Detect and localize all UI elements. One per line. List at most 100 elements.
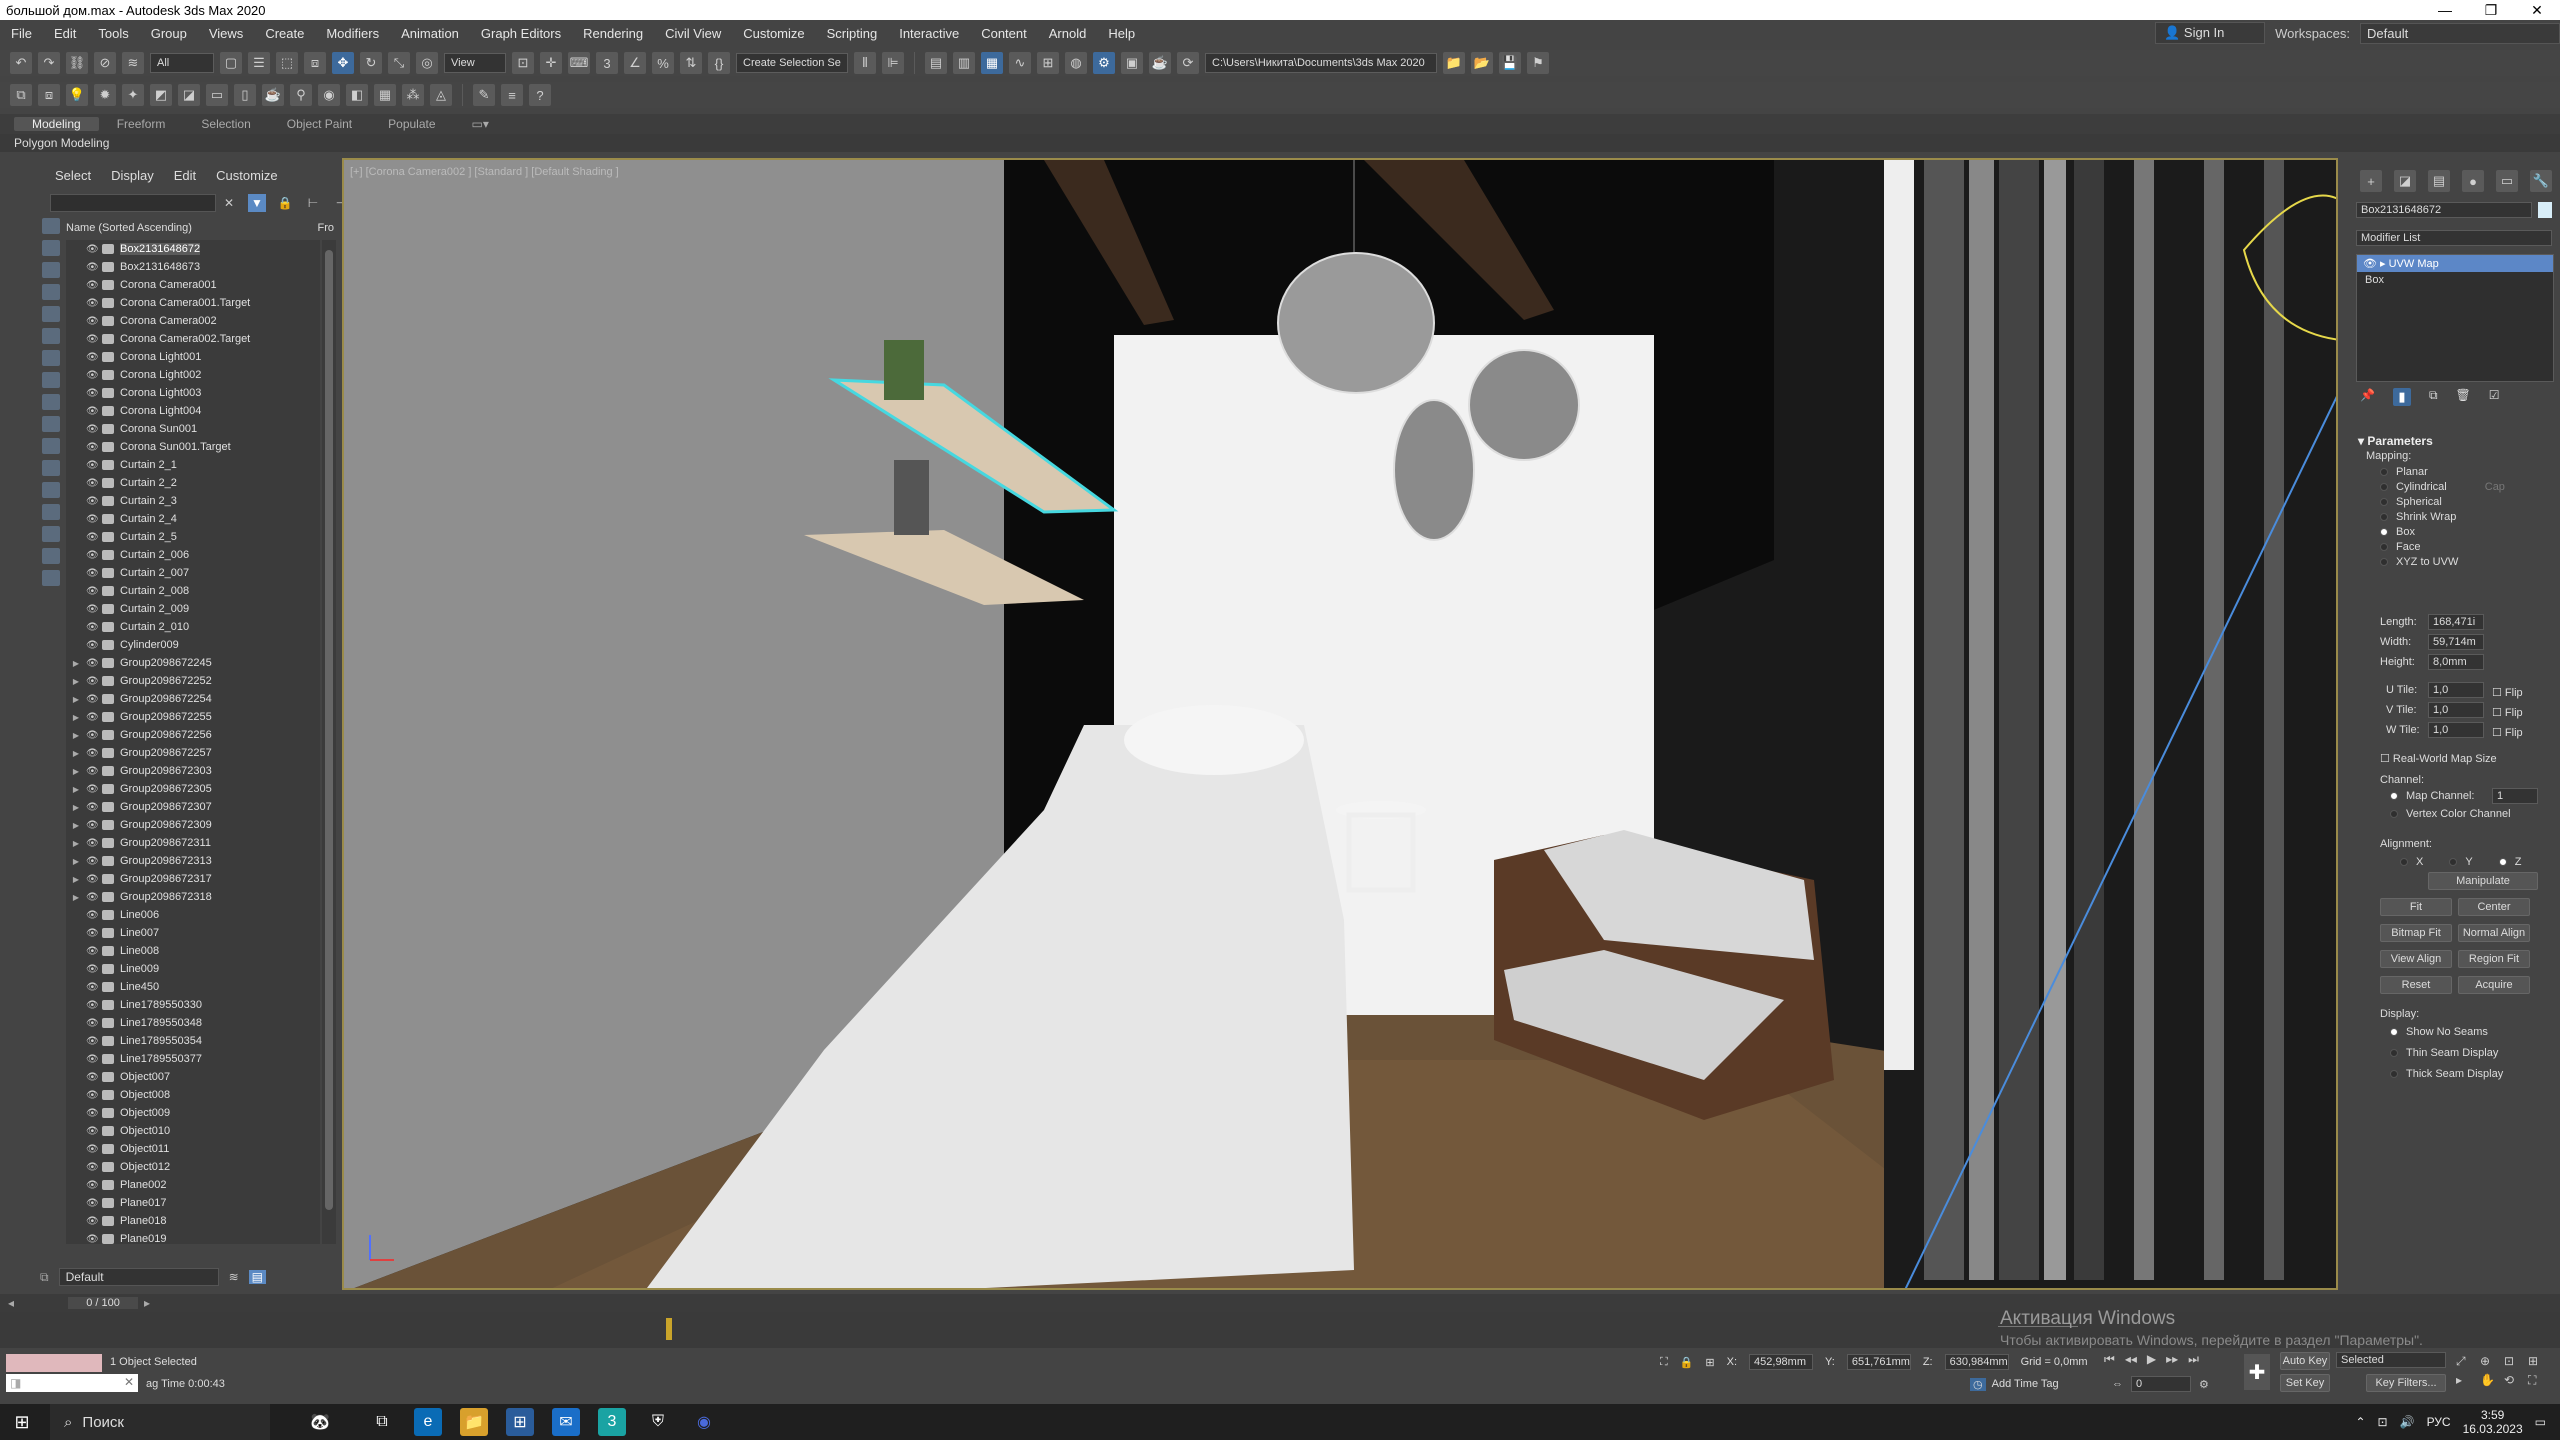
task-view-icon[interactable]: ⧉ — [368, 1408, 396, 1436]
filter-groups-icon[interactable] — [42, 350, 60, 366]
list-item[interactable]: 👁 Curtain 2_1 — [66, 456, 320, 474]
scatter-icon[interactable]: ⁂ — [402, 84, 424, 106]
window-crossing-icon[interactable]: ⧈ — [304, 52, 326, 74]
radio-face[interactable]: Face — [2380, 541, 2505, 553]
list-item[interactable]: 👁 Plane019 — [66, 1230, 320, 1244]
utilities-tab-icon[interactable]: 🔧 — [2530, 170, 2552, 192]
show-end-result-icon[interactable]: ▮ — [2392, 388, 2411, 406]
clear-search-icon[interactable]: ✕ — [220, 194, 238, 212]
omni-icon[interactable]: ✦ — [122, 84, 144, 106]
list-item[interactable]: 👁 Object008 — [66, 1086, 320, 1104]
time-slider[interactable]: ◂ 0 / 100 ▸ — [0, 1294, 2560, 1312]
menu-file[interactable]: File — [0, 26, 43, 41]
selected-dropdown[interactable]: Selected — [2336, 1352, 2446, 1368]
vflip-checkbox[interactable]: ☐ Flip — [2492, 706, 2523, 719]
filter-cameras-icon[interactable] — [42, 284, 60, 300]
bitmap-fit-button[interactable]: Bitmap Fit — [2380, 924, 2452, 942]
menu-create[interactable]: Create — [254, 26, 315, 41]
y-coord-field[interactable]: 651,761mm — [1846, 1354, 1911, 1370]
list-item[interactable]: 👁 Corona Camera002.Target — [66, 330, 320, 348]
layer-explorer-icon[interactable]: ▥ — [953, 52, 975, 74]
lister-icon[interactable]: ▦ — [374, 84, 396, 106]
radio-box[interactable]: Box — [2380, 526, 2505, 538]
visibility-eye-icon[interactable]: 👁 — [86, 244, 100, 255]
list-item[interactable]: 👁 Plane017 — [66, 1194, 320, 1212]
windows-start-icon[interactable]: ⊞ — [0, 1412, 44, 1433]
visibility-eye-icon[interactable]: 👁 — [86, 802, 100, 813]
visibility-eye-icon[interactable]: 👁 — [86, 982, 100, 993]
key-mode-icon[interactable]: ⇔ — [2112, 1378, 2123, 1390]
list-item[interactable]: 👁 Line008 — [66, 942, 320, 960]
visibility-eye-icon[interactable]: 👁 — [86, 1108, 100, 1119]
list-item[interactable]: ▶ 👁 Group2098672257 — [66, 744, 320, 762]
visibility-eye-icon[interactable]: 👁 — [86, 892, 100, 903]
create-tab-icon[interactable]: + — [2360, 170, 2382, 192]
visibility-eye-icon[interactable]: 👁 — [86, 1000, 100, 1011]
menu-graph-editors[interactable]: Graph Editors — [470, 26, 572, 41]
utile-field[interactable]: 1,0 — [2428, 682, 2484, 698]
scene-explorer-toggle-icon[interactable]: ▤ — [248, 1270, 266, 1284]
undo-icon[interactable]: ↶ — [10, 52, 32, 74]
select-by-name-icon[interactable]: ☰ — [248, 52, 270, 74]
next-key-icon[interactable]: ▸▸ — [2166, 1352, 2178, 1367]
explorer-menu-display[interactable]: Display — [111, 168, 154, 183]
align-icon[interactable]: ⊫ — [882, 52, 904, 74]
uflip-checkbox[interactable]: ☐ Flip — [2492, 686, 2523, 699]
list-item[interactable]: ▶ 👁 Group2098672303 — [66, 762, 320, 780]
mirror-icon[interactable]: ⫴ — [854, 52, 876, 74]
visibility-eye-icon[interactable]: 👁 — [86, 1234, 100, 1245]
radio-spherical[interactable]: Spherical — [2380, 496, 2505, 508]
lock-icon[interactable]: 🔒 — [276, 194, 294, 212]
pin-stack-icon[interactable]: 📌 — [2360, 388, 2375, 406]
light-icon[interactable]: 💡 — [66, 84, 88, 106]
zoom-extents-all-icon[interactable]: ⊞ — [2528, 1354, 2548, 1369]
zoom-icon[interactable]: ⤢ — [2456, 1354, 2476, 1369]
frame-buffer-icon[interactable]: ▯ — [234, 84, 256, 106]
object-name-field[interactable]: Box2131648672 — [2356, 202, 2532, 218]
filter-shapes-icon[interactable] — [42, 240, 60, 256]
container-open-icon[interactable]: ⧈ — [38, 84, 60, 106]
tray-chevron-icon[interactable]: ⌃ — [2355, 1415, 2365, 1429]
pan-icon[interactable]: ✋ — [2480, 1373, 2500, 1388]
snaps-toggle-icon[interactable]: 3 — [596, 52, 618, 74]
time-config-icon[interactable]: ⚙ — [2199, 1378, 2209, 1391]
layers-stack-icon[interactable]: ≋ — [229, 1270, 239, 1284]
radio-planar[interactable]: Planar — [2380, 466, 2505, 478]
visibility-eye-icon[interactable]: 👁 — [86, 316, 100, 327]
width-field[interactable]: 59,714m — [2428, 634, 2484, 650]
visibility-eye-icon[interactable]: 👁 — [86, 1072, 100, 1083]
list-item[interactable]: 👁 Object007 — [66, 1068, 320, 1086]
map-channel-field[interactable]: 1 — [2492, 788, 2538, 804]
radio-thick-seam[interactable]: Thick Seam Display — [2390, 1068, 2503, 1080]
height-field[interactable]: 8,0mm — [2428, 654, 2484, 670]
list-item[interactable]: 👁 Curtain 2_5 — [66, 528, 320, 546]
visibility-eye-icon[interactable]: 👁 — [86, 1180, 100, 1191]
list-item[interactable]: 👁 Line006 — [66, 906, 320, 924]
visibility-eye-icon[interactable]: 👁 — [86, 334, 100, 345]
camera-icon[interactable]: ▭ — [206, 84, 228, 106]
visibility-eye-icon[interactable]: 👁 — [86, 388, 100, 399]
visibility-eye-icon[interactable]: 👁 — [86, 1036, 100, 1047]
list-item[interactable]: 👁 Plane018 — [66, 1212, 320, 1230]
shield-icon[interactable]: ⛨ — [644, 1408, 672, 1436]
volume-icon[interactable]: 🔊 — [2400, 1415, 2415, 1429]
visibility-eye-icon[interactable]: 👁 — [86, 568, 100, 579]
visibility-eye-icon[interactable]: 👁 — [86, 352, 100, 363]
motion-tab-icon[interactable]: ● — [2462, 170, 2484, 192]
set-key-button[interactable]: Set Key — [2280, 1374, 2330, 1392]
select-move-icon[interactable]: ✥ — [332, 52, 354, 74]
list-item[interactable]: 👁 Curtain 2_007 — [66, 564, 320, 582]
selection-filter-dropdown[interactable]: All — [150, 53, 214, 73]
list-item[interactable]: 👁 Object010 — [66, 1122, 320, 1140]
project-save-icon[interactable]: 💾 — [1499, 52, 1521, 74]
filter-all-icon[interactable] — [42, 482, 60, 498]
expand-arrow-icon[interactable]: ▶ — [66, 875, 86, 884]
menu-help[interactable]: Help — [1097, 26, 1146, 41]
prev-frame-icon[interactable]: ◂ — [8, 1296, 14, 1310]
explorer-search-input[interactable] — [50, 194, 216, 212]
store-icon[interactable]: ⊞ — [506, 1408, 534, 1436]
expand-arrow-icon[interactable]: ▶ — [66, 695, 86, 704]
viewport-camera[interactable] — [342, 158, 2338, 1290]
column-name-header[interactable]: Name (Sorted Ascending) — [66, 222, 192, 236]
display-tab-icon[interactable]: ▭ — [2496, 170, 2518, 192]
